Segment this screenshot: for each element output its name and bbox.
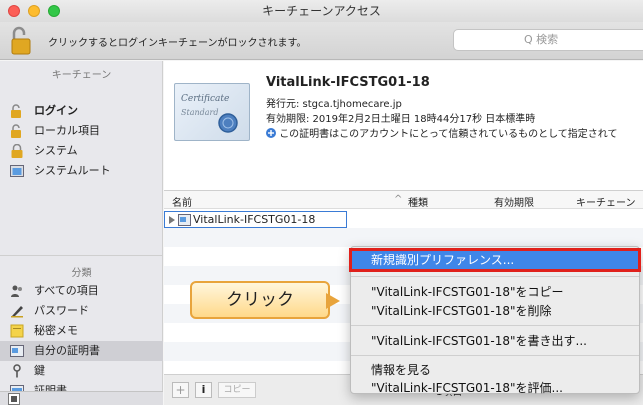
table-header: 名前 ^ 種類 有効期限 キーチェーン: [164, 191, 643, 209]
sidebar-item-local-items[interactable]: ローカル項目: [0, 121, 163, 141]
sidebar-item-login[interactable]: ログイン: [0, 101, 163, 121]
column-expires[interactable]: 有効期限: [494, 194, 534, 209]
sidebar: キーチェーン ログイン ローカル項目 システム システムルート 分類 すべての項…: [0, 61, 163, 405]
info-button[interactable]: i: [195, 382, 212, 398]
unlocked-padlock-icon: [11, 124, 21, 138]
context-menu: 新規識別プリファレンス... "VitalLink-IFCSTG01-18"をコ…: [349, 246, 641, 396]
note-icon: [10, 324, 24, 338]
column-keychain[interactable]: キーチェーン: [576, 194, 636, 209]
menu-separator: [351, 355, 639, 356]
certificate-icon: [178, 214, 191, 226]
plus-circle-icon: [266, 128, 276, 138]
lock-message: クリックするとログインキーチェーンがロックされます。: [48, 38, 307, 49]
callout-pointer: [326, 293, 340, 309]
certificate-issuer: 発行元: stgca.tjhomecare.jp: [266, 99, 402, 110]
toolbar: クリックするとログインキーチェーンがロックされます。 Q 検索: [0, 22, 643, 60]
sidebar-item-my-certificates[interactable]: 自分の証明書: [0, 341, 163, 361]
certificate-name: VitalLink-IFCSTG01-18: [266, 75, 430, 90]
sidebar-item-secure-notes[interactable]: 秘密メモ: [0, 321, 163, 341]
keychain-access-window: キーチェーンアクセス クリックするとログインキーチェーンがロックされます。 Q …: [0, 0, 643, 405]
disclosure-triangle-icon[interactable]: [168, 216, 176, 224]
certificate-trust-status: この証明書はこのアカウントにとって信頼されているものとして指定されて: [266, 125, 618, 140]
minimize-window-button[interactable]: [28, 5, 40, 17]
my-certificate-icon: [10, 345, 24, 357]
title-bar: キーチェーンアクセス: [0, 0, 643, 22]
menu-item-new-identity-preference[interactable]: 新規識別プリファレンス...: [349, 248, 641, 272]
seal-icon: [218, 113, 238, 133]
menu-item-delete[interactable]: "VitalLink-IFCSTG01-18"を削除: [371, 302, 552, 319]
zoom-window-button[interactable]: [48, 5, 60, 17]
menu-separator: [351, 276, 639, 277]
menu-item-evaluate[interactable]: "VitalLink-IFCSTG01-18"を評価...: [371, 379, 563, 396]
window-title: キーチェーンアクセス: [262, 4, 381, 18]
sidebar-footer: [0, 391, 163, 405]
sidebar-item-system-roots[interactable]: システムルート: [0, 161, 163, 181]
column-kind[interactable]: 種類: [408, 194, 428, 209]
certificate-expiry: 有効期限: 2019年2月2日土曜日 18時44分17秒 日本標準時: [266, 114, 536, 125]
sidebar-item-all-items[interactable]: すべての項目: [0, 281, 163, 301]
pencil-icon: [11, 306, 23, 318]
menu-item-copy[interactable]: "VitalLink-IFCSTG01-18"をコピー: [371, 283, 564, 300]
column-name[interactable]: 名前: [172, 194, 192, 209]
add-button[interactable]: +: [172, 382, 189, 398]
certificate-detail-panel: Certificate Standard VitalLink-IFCSTG01-…: [164, 61, 643, 191]
unlocked-padlock-icon[interactable]: [10, 26, 32, 56]
menu-item-export[interactable]: "VitalLink-IFCSTG01-18"を書き出す...: [371, 332, 587, 349]
menu-item-get-info[interactable]: 情報を見る: [371, 361, 431, 378]
search-field[interactable]: Q 検索: [453, 29, 643, 51]
unlocked-padlock-icon: [11, 104, 21, 118]
sidebar-item-keys[interactable]: 鍵: [0, 361, 163, 381]
table-row[interactable]: VitalLink-IFCSTG01-18: [164, 211, 347, 228]
copy-button[interactable]: コピー: [218, 382, 256, 398]
key-icon: [13, 364, 21, 378]
sidebar-divider: [0, 255, 163, 256]
folder-icon: [10, 165, 24, 177]
show-info-icon[interactable]: [8, 393, 20, 405]
certificate-thumbnail: Certificate Standard: [174, 83, 250, 141]
sidebar-item-system[interactable]: システム: [0, 141, 163, 161]
menu-separator: [351, 325, 639, 326]
click-callout: クリック: [190, 281, 330, 319]
sidebar-item-passwords[interactable]: パスワード: [0, 301, 163, 321]
sort-indicator-icon: ^: [394, 194, 403, 205]
locked-padlock-icon: [11, 144, 23, 158]
people-icon: [11, 285, 22, 297]
keychains-header: キーチェーン: [51, 70, 112, 81]
close-window-button[interactable]: [8, 5, 20, 17]
category-header: 分類: [71, 268, 92, 279]
